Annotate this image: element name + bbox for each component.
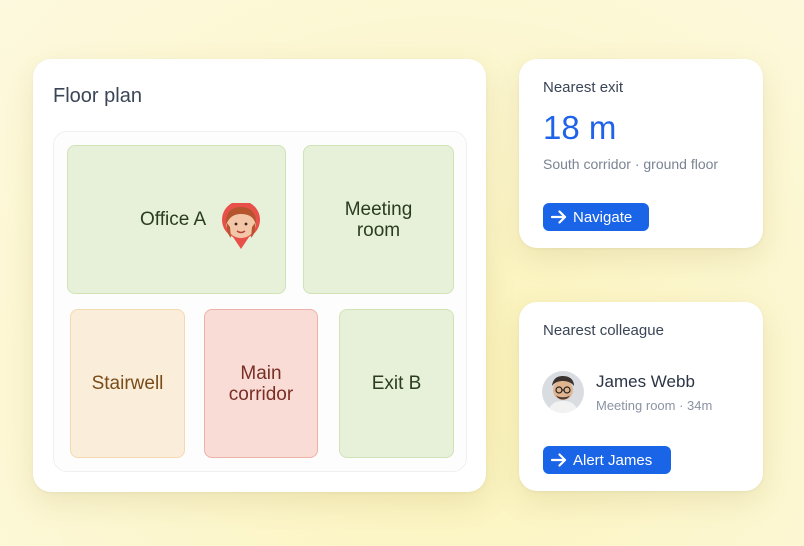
room-office-a-label: Office A: [140, 209, 207, 230]
alert-colleague-button-label: Alert James: [573, 451, 653, 469]
room-main-corridor-label: Main corridor: [228, 362, 294, 405]
avatar: [542, 371, 584, 413]
nearest-colleague-card: Nearest colleague James Webb Meeting roo…: [519, 302, 763, 491]
floor-plan-card: Floor plan Office A Meeting room Stairwe…: [33, 59, 486, 492]
navigate-button-label: Navigate: [573, 208, 633, 226]
navigate-button[interactable]: Navigate: [543, 203, 649, 231]
room-exit-b-label: Exit B: [371, 373, 422, 394]
room-stairwell[interactable]: Stairwell: [70, 309, 185, 458]
nearest-colleague-title: Nearest colleague: [543, 322, 664, 339]
exit-distance: 18 m: [543, 109, 617, 146]
nearest-exit-title: Nearest exit: [543, 79, 624, 96]
colleague-location: Meeting room · 34m: [596, 398, 713, 413]
room-office-a[interactable]: Office A: [67, 145, 286, 294]
nearest-exit-card: Nearest exit 18 m South corridor · groun…: [519, 59, 763, 248]
room-meeting-room-label: Meeting room: [344, 198, 413, 241]
room-stairwell-label: Stairwell: [91, 373, 164, 394]
room-main-corridor[interactable]: Main corridor: [204, 309, 318, 458]
user-location-pin-icon: [221, 200, 261, 251]
room-exit-b[interactable]: Exit B: [339, 309, 454, 458]
floor-plan-title: Floor plan: [53, 85, 142, 107]
colleague-name: James Webb: [596, 372, 695, 391]
arrow-right-icon: [551, 210, 567, 224]
alert-colleague-button[interactable]: Alert James: [543, 446, 671, 474]
room-meeting-room[interactable]: Meeting room: [303, 145, 454, 294]
floor-plan-map: Office A Meeting room Stairwell Main cor…: [53, 131, 467, 472]
arrow-right-icon: [551, 453, 567, 467]
exit-location: South corridor · ground floor: [543, 156, 719, 172]
